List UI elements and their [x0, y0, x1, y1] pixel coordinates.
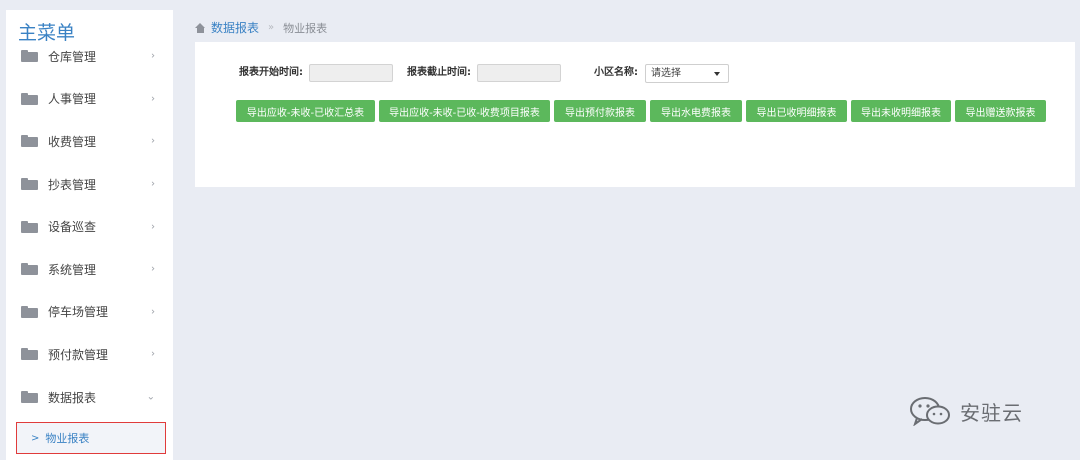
chevron-right-icon: ›: [151, 50, 155, 62]
sidebar-item-label: 数据报表: [48, 390, 97, 405]
sidebar-item-label: 设备巡查: [48, 220, 97, 235]
home-icon: [195, 22, 206, 33]
chevron-right-icon: ›: [151, 306, 155, 318]
sidebar-subitem-property-report[interactable]: > 物业报表: [16, 422, 166, 454]
breadcrumb-link-data-reports[interactable]: 数据报表: [211, 19, 259, 36]
sidebar-item-meter-reading[interactable]: 抄表管理 ›: [6, 163, 173, 206]
community-select[interactable]: 请选择: [645, 64, 729, 83]
menu-title: 主菜单: [18, 18, 84, 48]
export-button-row: 导出应收-未收-已收汇总表 导出应收-未收-已收-收费项目报表 导出预付款报表 …: [195, 100, 1075, 122]
sidebar-item-label: 系统管理: [48, 262, 97, 277]
chevron-right-icon: ›: [151, 263, 155, 275]
community-select-value: 请选择: [651, 68, 681, 79]
folder-icon: [21, 220, 38, 233]
watermark-text: 安驻云: [960, 400, 1023, 425]
watermark: 安驻云: [909, 396, 1023, 426]
sidebar-item-label: 收费管理: [48, 134, 97, 149]
folder-icon: [21, 305, 38, 318]
sidebar-item-data-reports[interactable]: 数据报表 ⌄: [6, 375, 173, 419]
export-prepayment-button[interactable]: 导出预付款报表: [554, 100, 646, 122]
sidebar-item-billing[interactable]: 收费管理 ›: [6, 120, 173, 163]
chevron-right-icon: ›: [151, 93, 155, 105]
export-unreceived-details-button[interactable]: 导出未收明细报表: [851, 100, 951, 122]
breadcrumb-separator: »: [268, 22, 275, 33]
sidebar-item-label: 预付款管理: [48, 347, 109, 362]
community-label: 小区名称:: [594, 67, 638, 78]
folder-icon: [21, 50, 38, 63]
export-summary-button[interactable]: 导出应收-未收-已收汇总表: [236, 100, 375, 122]
sidebar-item-parking[interactable]: 停车场管理 ›: [6, 291, 173, 334]
end-time-input[interactable]: [477, 64, 561, 82]
export-fee-items-button[interactable]: 导出应收-未收-已收-收费项目报表: [379, 100, 550, 122]
sidebar-item-label: 人事管理: [48, 92, 97, 107]
sidebar-item-label: 停车场管理: [48, 305, 109, 320]
sidebar-item-prepayment[interactable]: 预付款管理 ›: [6, 333, 173, 376]
folder-icon: [21, 92, 38, 105]
menu-list: 仓库管理 › 人事管理 › 收费管理 › 抄表管理 › 设备巡查 › 系统管理 …: [6, 35, 173, 419]
start-time-label: 报表开始时间:: [239, 67, 303, 78]
sidebar-item-label: 抄表管理: [48, 177, 97, 192]
sidebar-item-label: 仓库管理: [48, 49, 97, 64]
start-time-input[interactable]: [309, 64, 393, 82]
folder-icon: [21, 178, 38, 191]
breadcrumb-current: 物业报表: [283, 21, 328, 35]
sidebar: 主菜单 仓库管理 › 人事管理 › 收费管理 › 抄表管理 › 设备巡查 › 系…: [6, 10, 173, 460]
report-panel: 报表开始时间: 报表截止时间: 小区名称: 请选择 导出应收-未收-已收汇总表 …: [195, 42, 1075, 187]
sidebar-item-hr[interactable]: 人事管理 ›: [6, 78, 173, 121]
folder-icon: [21, 348, 38, 361]
wechat-icon: [910, 397, 950, 426]
breadcrumb: 数据报表 » 物业报表: [195, 19, 327, 36]
folder-icon: [21, 135, 38, 148]
caret-down-icon: [714, 72, 720, 76]
sidebar-subitem-label: 物业报表: [45, 432, 90, 445]
export-received-details-button[interactable]: 导出已收明细报表: [746, 100, 847, 122]
sidebar-item-system[interactable]: 系统管理 ›: [6, 248, 173, 291]
end-time-label: 报表截止时间:: [407, 67, 471, 78]
folder-icon: [21, 263, 38, 276]
sidebar-item-equipment-inspection[interactable]: 设备巡查 ›: [6, 205, 173, 248]
filter-row: 报表开始时间: 报表截止时间: 小区名称: 请选择: [195, 63, 1075, 83]
export-utilities-button[interactable]: 导出水电费报表: [650, 100, 742, 122]
folder-icon: [21, 391, 38, 404]
chevron-right-icon: >: [31, 432, 40, 444]
export-gift-funds-button[interactable]: 导出赠送款报表: [955, 100, 1046, 122]
chevron-right-icon: ›: [151, 221, 155, 233]
chevron-right-icon: ›: [151, 178, 155, 190]
chevron-right-icon: ›: [151, 135, 155, 147]
chevron-right-icon: ›: [151, 348, 155, 360]
chevron-down-icon: ⌄: [146, 391, 155, 403]
